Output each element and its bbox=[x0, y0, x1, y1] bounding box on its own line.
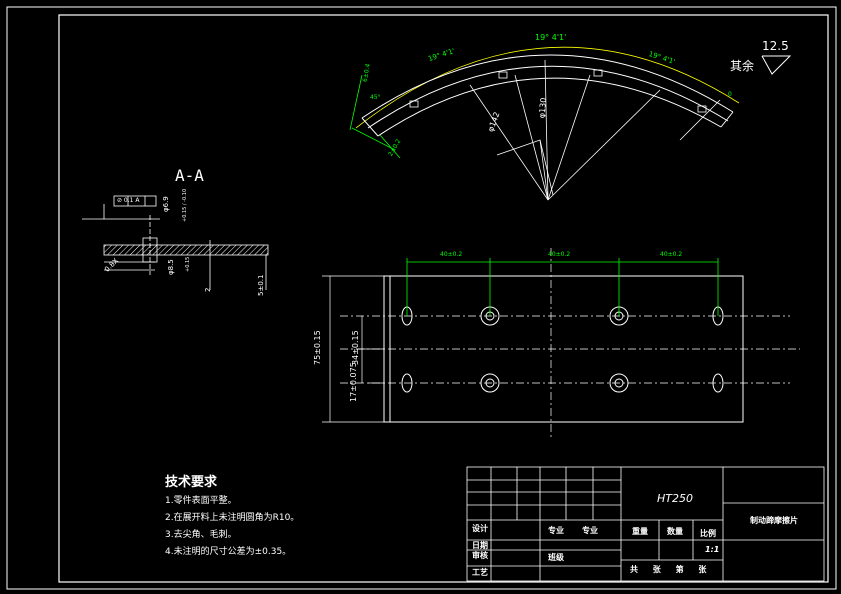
arc-angle-center: 19° 4'1' bbox=[535, 33, 567, 42]
hole-bot-tol: +0.15 bbox=[185, 256, 191, 272]
tech-req-item-1: 1.零件表面平整。 bbox=[165, 496, 237, 506]
scale-value: 1:1 bbox=[705, 545, 720, 554]
tolerance-frame: ⊘ 0.1 A bbox=[117, 197, 140, 204]
thickness-a: 2 bbox=[204, 287, 212, 292]
label-process: 工艺 bbox=[472, 568, 488, 577]
hole-top-dim: φ6.9 bbox=[162, 196, 170, 212]
arc-small-mid: 45° bbox=[370, 94, 381, 101]
roughness-symbol bbox=[761, 55, 792, 75]
height-low-dim: 17±0.075 bbox=[349, 362, 358, 402]
plan-view bbox=[322, 248, 800, 440]
label-major: 专业 bbox=[548, 526, 564, 535]
pitch-dim-1: 40±0.2 bbox=[440, 251, 463, 258]
pitch-dim-3: 40±0.2 bbox=[660, 251, 683, 258]
arc-view bbox=[349, 46, 740, 201]
roughness-label: 其余 bbox=[730, 59, 755, 73]
sheets-label: 共 张 第 张 bbox=[630, 565, 713, 574]
label-major2: 专业 bbox=[582, 526, 598, 535]
label-scale: 比例 bbox=[700, 529, 716, 538]
label-date: 日期 bbox=[472, 541, 488, 550]
roughness-value: 12.5 bbox=[762, 39, 789, 53]
label-class: 班级 bbox=[548, 553, 564, 562]
tech-req-item-3: 3.去尖角、毛刺。 bbox=[165, 530, 237, 540]
pitch-dim-2: 40±0.2 bbox=[548, 251, 571, 258]
height-total-dim: 75±0.15 bbox=[313, 330, 322, 365]
tech-requirements: 技术要求 1.零件表面平整。 2.在展开料上未注明圆角为R10。 3.去尖角、毛… bbox=[165, 476, 299, 557]
hole-top-tol: +0.15 / -0.10 bbox=[182, 188, 188, 222]
tech-req-item-4: 4.未注明的尺寸公差为±0.35。 bbox=[165, 547, 292, 557]
plan-pitch-dims bbox=[406, 258, 719, 316]
tech-req-item-2: 2.在展开料上未注明圆角为R10。 bbox=[165, 513, 300, 523]
part-name: 制动蹄摩擦片 bbox=[750, 516, 798, 525]
arc-small-right: 0 bbox=[728, 91, 732, 98]
drawing-canvas bbox=[6, 6, 837, 590]
material-text: HT250 bbox=[657, 492, 693, 505]
label-quantity: 数量 bbox=[667, 527, 683, 536]
section-view bbox=[82, 195, 269, 290]
label-check: 审核 bbox=[472, 551, 488, 560]
height-mid-dim: 34±0.15 bbox=[351, 330, 360, 365]
hole-bot-dim: φ8.5 bbox=[167, 259, 175, 275]
thickness-b: 5±0.1 bbox=[257, 274, 265, 296]
tech-req-title: 技术要求 bbox=[165, 475, 218, 490]
section-title: A-A bbox=[175, 166, 204, 185]
label-weight: 重量 bbox=[632, 527, 648, 536]
label-design: 设计 bbox=[472, 524, 488, 533]
outer-frame bbox=[6, 6, 837, 590]
